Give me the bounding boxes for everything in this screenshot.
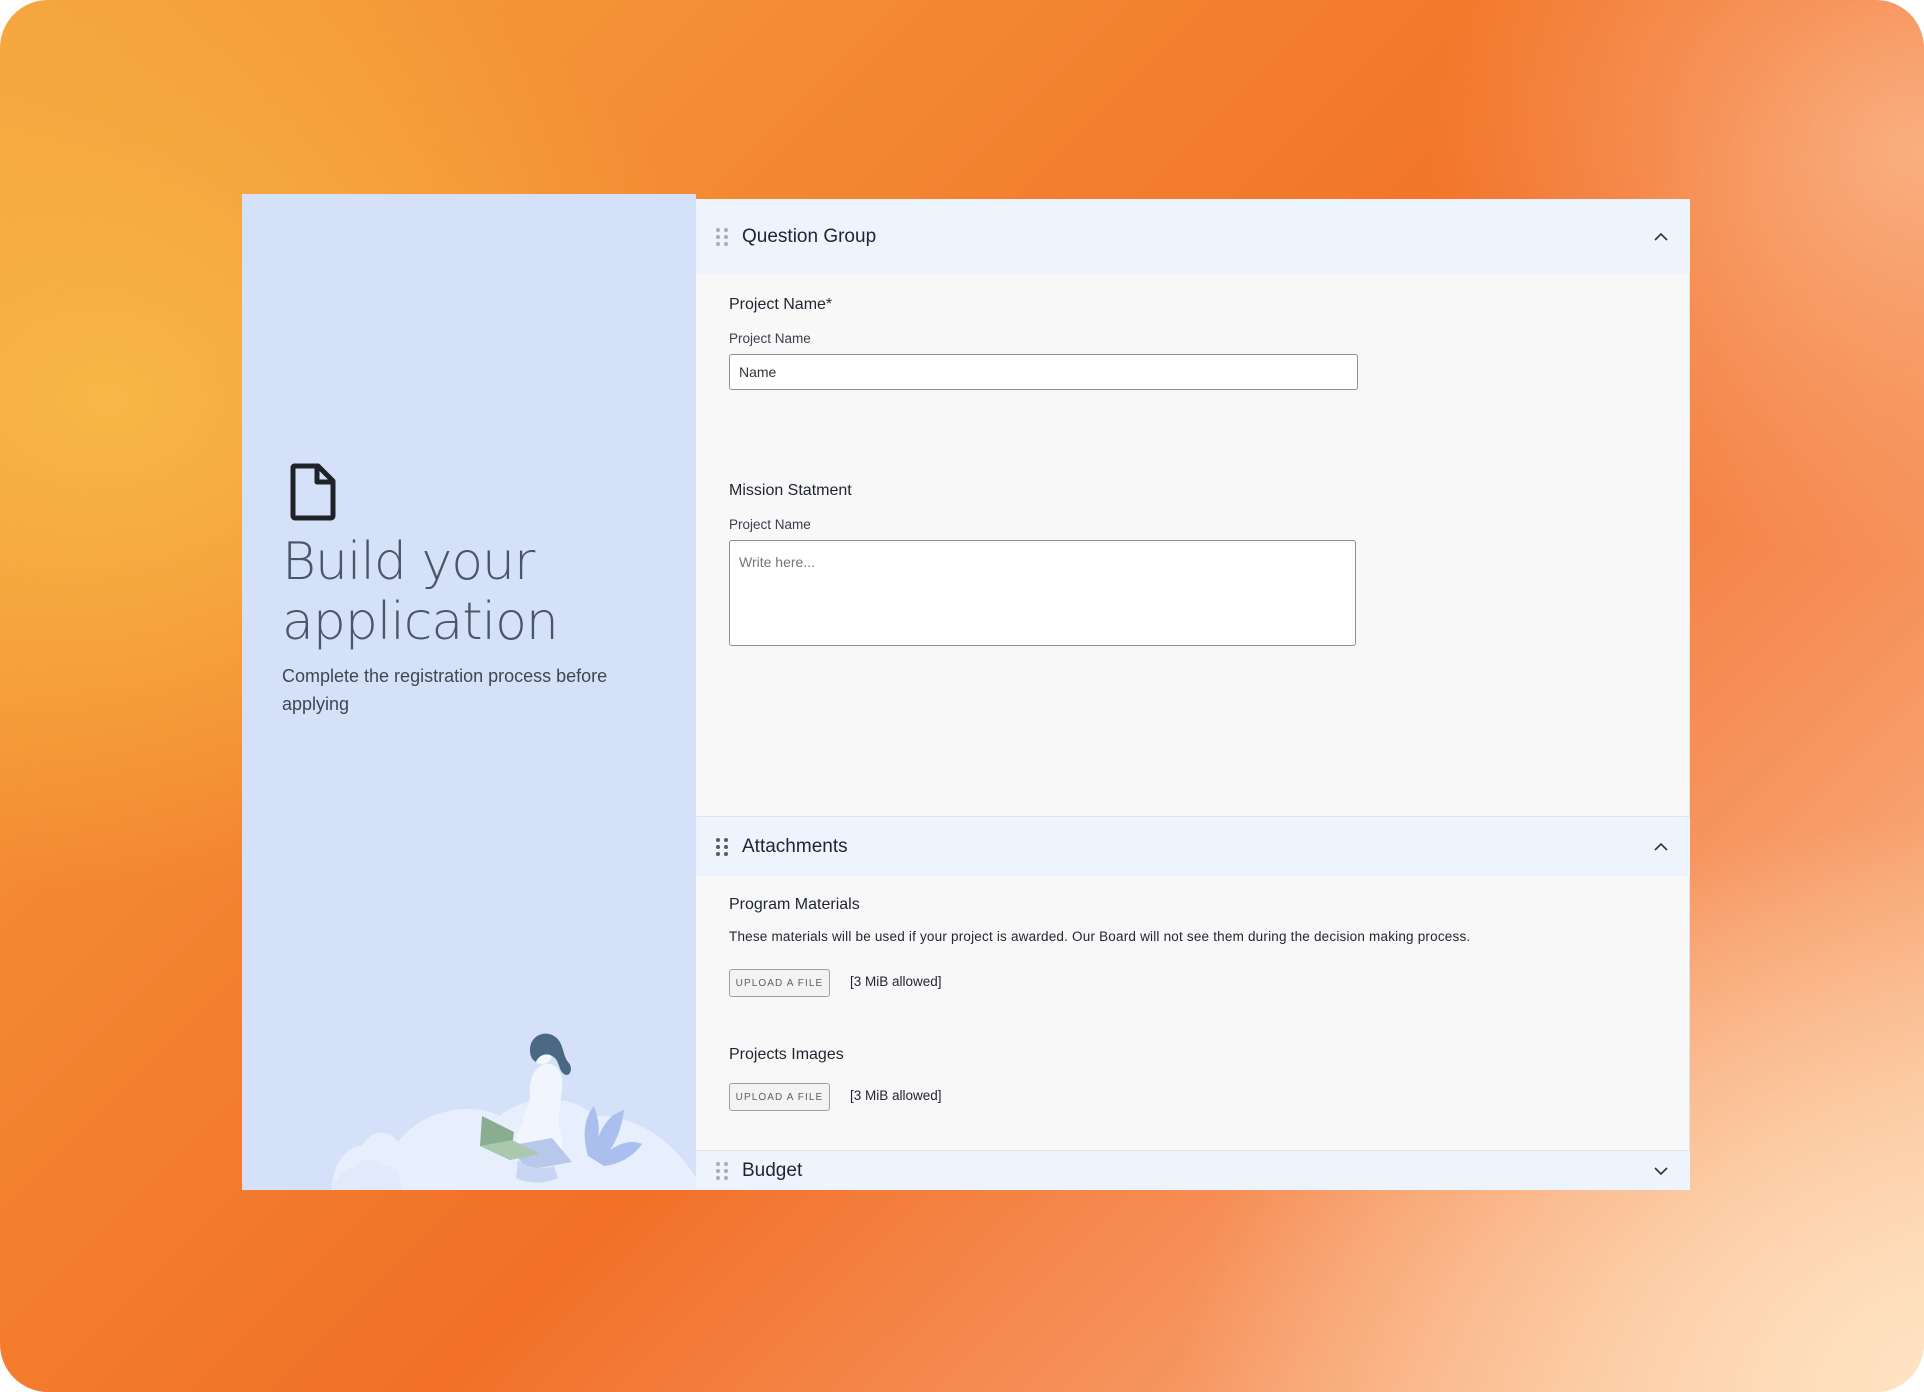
section-header-question-group[interactable]: Question Group [696, 199, 1690, 274]
field-label: Project Name [729, 517, 811, 532]
application-form: Question Group Project Name* Project Nam… [696, 199, 1690, 1190]
mission-statement-textarea[interactable] [729, 540, 1356, 646]
upload-project-images-button[interactable]: UPLOAD A FILE [729, 1083, 830, 1111]
person-with-laptop-illustration [332, 1033, 696, 1190]
drag-handle-icon[interactable] [716, 227, 728, 246]
field-heading-project-name: Project Name* [729, 296, 833, 313]
section-title: Attachments [742, 835, 848, 857]
field-heading-program-materials: Program Materials [729, 896, 860, 913]
document-icon [290, 463, 336, 521]
page-title: Build your application [282, 532, 559, 652]
section-title: Question Group [742, 225, 877, 247]
chevron-up-icon[interactable] [1652, 228, 1670, 246]
section-header-budget[interactable]: Budget [696, 1150, 1690, 1190]
drag-handle-icon[interactable] [716, 837, 728, 856]
upload-program-materials-button[interactable]: UPLOAD A FILE [729, 969, 830, 997]
chevron-down-icon[interactable] [1652, 1162, 1670, 1180]
section-header-attachments[interactable]: Attachments [696, 816, 1690, 876]
file-size-limit: [3 MiB allowed] [850, 974, 942, 989]
intro-panel: Build your application Complete the regi… [242, 194, 696, 1190]
project-name-input[interactable] [729, 354, 1358, 390]
page-subtitle: Complete the registration process before… [282, 666, 608, 714]
program-materials-help: These materials will be used if your pro… [729, 929, 1471, 944]
field-heading-project-images: Projects Images [729, 1046, 844, 1063]
chevron-up-icon[interactable] [1652, 838, 1670, 856]
field-label: Project Name [729, 331, 811, 346]
drag-handle-icon[interactable] [716, 1161, 728, 1180]
section-title: Budget [742, 1159, 803, 1181]
field-heading-mission-statement: Mission Statment [729, 482, 852, 499]
file-size-limit: [3 MiB allowed] [850, 1088, 942, 1103]
